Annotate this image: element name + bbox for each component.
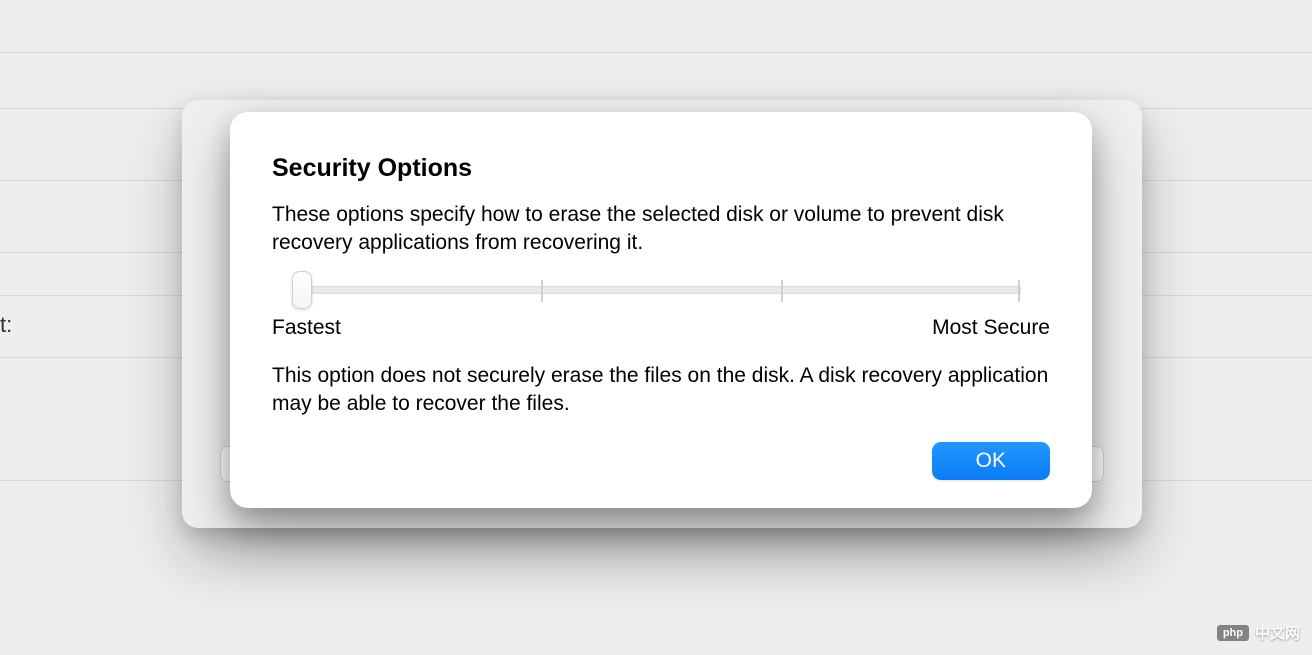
slider-min-label: Fastest bbox=[272, 316, 341, 340]
dialog-title: Security Options bbox=[272, 154, 1050, 183]
security-slider[interactable] bbox=[301, 286, 1021, 294]
watermark-badge: php bbox=[1217, 625, 1249, 641]
security-options-dialog: Security Options These options specify h… bbox=[230, 112, 1092, 508]
dialog-description: These options specify how to erase the s… bbox=[272, 201, 1050, 258]
slider-tick bbox=[1018, 280, 1020, 302]
slider-tick bbox=[781, 280, 783, 302]
option-explanation: This option does not securely erase the … bbox=[272, 362, 1050, 419]
ok-button[interactable]: OK bbox=[932, 442, 1050, 480]
button-row: OK bbox=[272, 442, 1050, 480]
slider-labels: Fastest Most Secure bbox=[272, 316, 1050, 340]
slider-thumb[interactable] bbox=[292, 271, 312, 309]
watermark-text: 中文网 bbox=[1255, 622, 1300, 643]
slider-track[interactable] bbox=[301, 286, 1021, 294]
slider-tick bbox=[541, 280, 543, 302]
slider-max-label: Most Secure bbox=[932, 316, 1050, 340]
watermark: php 中文网 bbox=[1217, 622, 1300, 643]
background-partial-label: t: bbox=[0, 312, 12, 338]
